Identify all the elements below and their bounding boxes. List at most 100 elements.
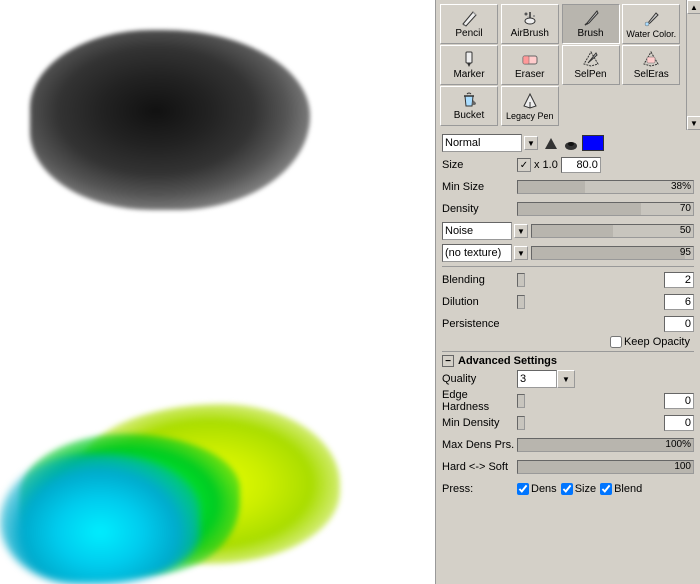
min-density-value[interactable]: 0 — [664, 415, 694, 431]
tool-seleras[interactable]: SelEras — [622, 45, 680, 85]
max-dens-prs-text: 100% — [665, 439, 691, 451]
edge-hardness-label: Edge Hardness — [442, 389, 517, 413]
tool-pencil[interactable]: Pencil — [440, 4, 498, 44]
tool-brush-label: Brush — [577, 28, 603, 39]
brush-stroke-black — [30, 30, 310, 210]
color-box-blue[interactable] — [582, 135, 604, 151]
tool-pencil-label: Pencil — [455, 28, 482, 39]
press-size-label: Size — [575, 483, 596, 495]
hard-soft-fill — [518, 461, 693, 473]
noise-text: 50 — [680, 225, 691, 237]
press-size-checkbox[interactable] — [561, 483, 573, 495]
tool-watercolor-label: Water Color. — [626, 29, 676, 39]
tool-airbrush[interactable]: AirBrush — [501, 4, 559, 44]
edge-hardness-value[interactable]: 0 — [664, 393, 694, 409]
press-blend-checkbox[interactable] — [600, 483, 612, 495]
tool-legacypen[interactable]: Legacy Pen — [501, 86, 559, 126]
brush-shape-round[interactable] — [542, 136, 560, 150]
tool-marker-label: Marker — [453, 69, 484, 80]
tool-marker[interactable]: Marker — [440, 45, 498, 85]
noise-value-label: Noise — [445, 225, 473, 237]
tool-grid: Pencil AirBrush Brush Water C — [436, 0, 700, 130]
hard-soft-row: Hard <-> Soft 100 — [442, 457, 694, 477]
min-size-text: 38% — [671, 181, 691, 193]
blend-mode-dropdown[interactable]: Normal — [442, 134, 522, 152]
texture-slider[interactable]: 95 — [531, 246, 694, 260]
min-density-slider[interactable] — [517, 416, 525, 430]
press-dens-checkbox[interactable] — [517, 483, 529, 495]
size-checkbox[interactable]: ✓ — [517, 158, 531, 172]
noise-dropdown-arrow[interactable]: ▼ — [514, 224, 528, 238]
min-density-label: Min Density — [442, 417, 517, 429]
scroll-up-btn[interactable]: ▲ — [687, 0, 700, 14]
tool-selpen[interactable]: SelPen — [562, 45, 620, 85]
hard-soft-slider[interactable]: 100 — [517, 460, 694, 474]
edge-hardness-slider[interactable] — [517, 394, 525, 408]
press-row: Press: Dens Size Blend — [442, 479, 694, 499]
noise-slider[interactable]: 50 — [531, 224, 694, 238]
blend-mode-arrow[interactable]: ▼ — [524, 136, 538, 150]
brush-stroke-cyan — [0, 454, 200, 584]
tool-brush[interactable]: Brush — [562, 4, 620, 44]
press-dens-label: Dens — [531, 483, 557, 495]
separator2 — [442, 351, 694, 352]
tool-legacypen-label: Legacy Pen — [506, 111, 554, 121]
advanced-settings-toggle[interactable]: − — [442, 355, 454, 367]
dilution-row: Dilution 6 — [442, 292, 694, 312]
tool-seleras-label: SelEras — [634, 69, 669, 80]
blending-slider-small[interactable] — [517, 273, 525, 287]
quality-label: Quality — [442, 373, 517, 385]
persistence-value[interactable]: 0 — [664, 316, 694, 332]
press-blend-label: Blend — [614, 483, 642, 495]
dilution-label: Dilution — [442, 296, 517, 308]
tool-selpen-label: SelPen — [574, 69, 606, 80]
blending-label: Blending — [442, 274, 517, 286]
separator1 — [442, 266, 694, 267]
tool-empty2 — [622, 86, 680, 126]
noise-row: Noise ▼ 50 — [442, 221, 694, 241]
tool-bucket[interactable]: Bucket — [440, 86, 498, 126]
texture-text: 95 — [680, 247, 691, 259]
tool-empty1 — [562, 86, 620, 126]
hard-soft-label: Hard <-> Soft — [442, 461, 517, 473]
brush-shape-hard[interactable] — [562, 136, 580, 150]
dilution-value[interactable]: 6 — [664, 294, 694, 310]
persistence-row: Persistence 0 — [442, 314, 694, 334]
brush-shapes — [542, 135, 604, 151]
texture-dropdown-arrow[interactable]: ▼ — [514, 246, 528, 260]
tool-eraser-label: Eraser — [515, 69, 544, 80]
size-label: Size — [442, 159, 517, 171]
tool-eraser[interactable]: Eraser — [501, 45, 559, 85]
size-multiplier: x 1.0 — [534, 159, 558, 171]
press-label: Press: — [442, 483, 517, 495]
texture-dropdown[interactable]: (no texture) — [442, 244, 512, 262]
quality-value: 3 — [520, 373, 526, 385]
min-size-slider[interactable]: 38% — [517, 180, 694, 194]
density-slider[interactable]: 70 — [517, 202, 694, 216]
max-dens-prs-row: Max Dens Prs. 100% — [442, 435, 694, 455]
tool-scrollbar[interactable]: ▲ ▼ — [686, 0, 700, 130]
scroll-down-btn[interactable]: ▼ — [687, 116, 700, 130]
texture-label: (no texture) — [445, 247, 501, 259]
noise-dropdown[interactable]: Noise — [442, 222, 512, 240]
min-size-label: Min Size — [442, 181, 517, 193]
quality-select[interactable]: 3 — [517, 370, 557, 388]
size-value[interactable]: 80.0 — [561, 157, 601, 173]
texture-row: (no texture) ▼ 95 — [442, 243, 694, 263]
advanced-settings-label: Advanced Settings — [458, 355, 557, 367]
density-row: Density 70 — [442, 199, 694, 219]
tool-watercolor[interactable]: Water Color. — [622, 4, 680, 44]
canvas-area[interactable] — [0, 0, 435, 584]
keep-opacity-checkbox[interactable] — [610, 336, 622, 348]
dilution-slider-small[interactable] — [517, 295, 525, 309]
max-dens-prs-slider[interactable]: 100% — [517, 438, 694, 452]
advanced-settings-header: − Advanced Settings — [442, 355, 694, 367]
hard-soft-text: 100 — [674, 461, 691, 473]
blend-mode-row: Normal ▼ — [442, 133, 694, 153]
quality-dropdown-btn[interactable]: ▼ — [557, 370, 575, 388]
min-size-row: Min Size 38% — [442, 177, 694, 197]
noise-fill — [532, 225, 613, 237]
keep-opacity-label: Keep Opacity — [624, 336, 690, 348]
blending-value[interactable]: 2 — [664, 272, 694, 288]
texture-fill — [532, 247, 685, 259]
